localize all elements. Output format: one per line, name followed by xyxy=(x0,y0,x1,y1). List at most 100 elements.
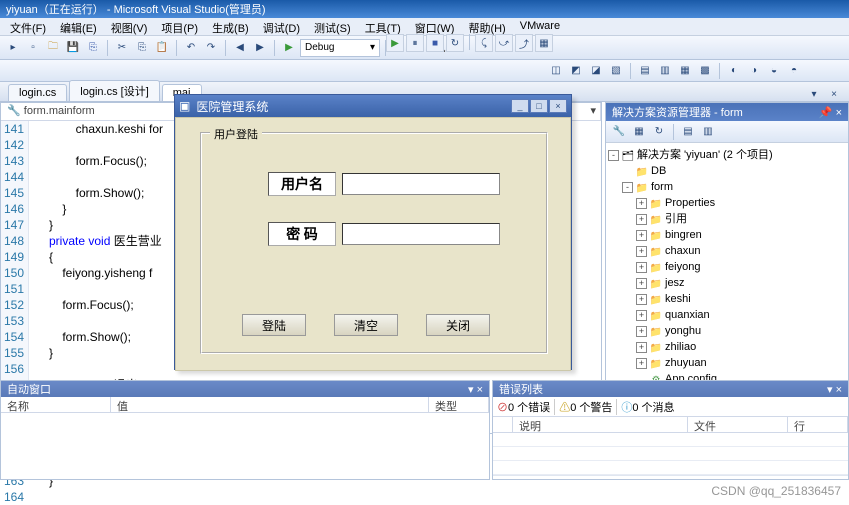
minimize-icon[interactable]: _ xyxy=(511,99,529,113)
tool-k-icon[interactable]: ◒ xyxy=(765,62,783,80)
tool-c-icon[interactable]: ◪ xyxy=(587,62,605,80)
err-col-file[interactable]: 文件 xyxy=(688,417,788,432)
autos-col-value[interactable]: 值 xyxy=(111,397,429,412)
autos-close-icon[interactable]: × xyxy=(477,384,483,396)
expander-icon[interactable]: + xyxy=(636,358,647,369)
menu-item[interactable]: 文件(F) xyxy=(4,19,52,34)
errors-close-icon[interactable]: × xyxy=(836,384,842,396)
expander-icon[interactable]: + xyxy=(636,294,647,305)
redo-icon[interactable]: ↷ xyxy=(202,39,220,57)
tool-i-icon[interactable]: ◐ xyxy=(725,62,743,80)
tree-node[interactable]: 📁DB xyxy=(608,163,846,179)
expander-icon[interactable]: + xyxy=(636,342,647,353)
clear-button[interactable]: 清空 xyxy=(334,314,398,336)
tool-d-icon[interactable]: ▧ xyxy=(607,62,625,80)
step-into-icon[interactable]: ⤹ xyxy=(475,34,493,52)
tool-l-icon[interactable]: ◓ xyxy=(785,62,803,80)
tree-node[interactable]: +📁Properties xyxy=(608,195,846,211)
tab-close-icon[interactable]: × xyxy=(825,85,843,103)
menu-item[interactable]: 调试(D) xyxy=(257,19,306,34)
sol-view-code-icon[interactable]: ▤ xyxy=(679,123,697,141)
tree-node[interactable]: +📁引用 xyxy=(608,211,846,227)
menu-item[interactable]: 窗口(W) xyxy=(409,19,461,34)
nav-back-icon[interactable]: ◀ xyxy=(231,39,249,57)
tool-f-icon[interactable]: ▥ xyxy=(656,62,674,80)
tool-b-icon[interactable]: ◩ xyxy=(567,62,585,80)
tool-g-icon[interactable]: ▦ xyxy=(676,62,694,80)
errors-count[interactable]: ⊘0 个错误 xyxy=(497,399,550,415)
err-col-desc[interactable]: 说明 xyxy=(513,417,688,432)
close-button[interactable]: 关闭 xyxy=(426,314,490,336)
expander-icon[interactable]: + xyxy=(636,230,647,241)
start-debug-icon[interactable]: ▶ xyxy=(280,39,298,57)
nav-fwd-icon[interactable]: ▶ xyxy=(251,39,269,57)
tab-dropdown-icon[interactable]: ▾ xyxy=(805,85,823,103)
expander-icon[interactable]: + xyxy=(636,262,647,273)
menu-item[interactable]: 工具(T) xyxy=(359,19,407,34)
errors-dropdown-icon[interactable]: ▾ xyxy=(827,384,833,396)
tree-node[interactable]: +📁bingren xyxy=(608,227,846,243)
login-button[interactable]: 登陆 xyxy=(242,314,306,336)
tool-j-icon[interactable]: ◑ xyxy=(745,62,763,80)
stop-icon[interactable]: ■ xyxy=(426,34,444,52)
menu-item[interactable]: 视图(V) xyxy=(105,19,154,34)
restart-icon[interactable]: ↻ xyxy=(446,34,464,52)
sol-properties-icon[interactable]: 🔧 xyxy=(610,123,628,141)
document-tab[interactable]: login.cs xyxy=(8,84,67,101)
tree-node[interactable]: +📁chaxun xyxy=(608,243,846,259)
warnings-count[interactable]: ⚠0 个警告 xyxy=(554,399,612,415)
sol-showall-icon[interactable]: ▦ xyxy=(630,123,648,141)
solution-root[interactable]: -🗂解决方案 'yiyuan' (2 个项目) xyxy=(608,147,846,163)
menu-item[interactable]: 生成(B) xyxy=(206,19,255,34)
window-close-icon[interactable]: × xyxy=(549,99,567,113)
err-col-blank[interactable] xyxy=(493,417,513,432)
tree-node[interactable]: +📁jesz xyxy=(608,275,846,291)
menu-item[interactable]: 帮助(H) xyxy=(462,19,511,34)
login-titlebar[interactable]: ▣ 医院管理系统 _ □ × xyxy=(175,95,571,117)
messages-count[interactable]: ⓘ0 个消息 xyxy=(616,399,674,415)
tree-node[interactable]: -📁form xyxy=(608,179,846,195)
copy-icon[interactable]: ⎘ xyxy=(133,39,151,57)
expander-icon[interactable]: + xyxy=(636,326,647,337)
undo-icon[interactable]: ↶ xyxy=(182,39,200,57)
tree-node[interactable]: +📁quanxian xyxy=(608,307,846,323)
err-col-line[interactable]: 行 xyxy=(788,417,848,432)
expander-icon[interactable]: + xyxy=(636,246,647,257)
tree-node[interactable]: +📁yonghu xyxy=(608,323,846,339)
expander-icon[interactable]: + xyxy=(636,214,647,225)
open-icon[interactable]: 🗀 xyxy=(44,39,62,57)
new-project-icon[interactable]: ▸ xyxy=(4,39,22,57)
tree-node[interactable]: +📁zhuyuan xyxy=(608,355,846,371)
config-combo[interactable]: Debug▾ xyxy=(300,39,380,57)
paste-icon[interactable]: 📋 xyxy=(153,39,171,57)
tool-e-icon[interactable]: ▤ xyxy=(636,62,654,80)
expander-icon[interactable]: + xyxy=(636,198,647,209)
continue-icon[interactable]: ▶ xyxy=(386,34,404,52)
menu-item[interactable]: 测试(S) xyxy=(308,19,357,34)
add-item-icon[interactable]: ▫ xyxy=(24,39,42,57)
pause-icon[interactable]: ⏸ xyxy=(406,34,424,52)
close-icon[interactable]: × xyxy=(836,107,842,119)
autos-dropdown-icon[interactable]: ▾ xyxy=(468,384,474,396)
tree-node[interactable]: +📁zhiliao xyxy=(608,339,846,355)
menu-item[interactable]: 编辑(E) xyxy=(54,19,103,34)
autos-col-name[interactable]: 名称 xyxy=(1,397,111,412)
menu-item[interactable]: 项目(P) xyxy=(155,19,204,34)
tree-node[interactable]: +📁keshi xyxy=(608,291,846,307)
expander-icon[interactable]: - xyxy=(622,182,633,193)
hex-icon[interactable]: ▦ xyxy=(535,34,553,52)
username-input[interactable] xyxy=(342,173,500,195)
tool-a-icon[interactable]: ◫ xyxy=(547,62,565,80)
tree-node[interactable]: +📁feiyong xyxy=(608,259,846,275)
maximize-icon[interactable]: □ xyxy=(530,99,548,113)
password-input[interactable] xyxy=(342,223,500,245)
cut-icon[interactable]: ✂ xyxy=(113,39,131,57)
sol-refresh-icon[interactable]: ↻ xyxy=(650,123,668,141)
save-icon[interactable]: 💾 xyxy=(64,39,82,57)
pin-icon[interactable]: 📌 xyxy=(819,107,833,119)
sol-view-designer-icon[interactable]: ▥ xyxy=(699,123,717,141)
step-over-icon[interactable]: ⤻ xyxy=(495,34,513,52)
tool-h-icon[interactable]: ▩ xyxy=(696,62,714,80)
menu-item[interactable]: VMware xyxy=(514,19,566,34)
step-out-icon[interactable]: ⤴ xyxy=(515,34,533,52)
